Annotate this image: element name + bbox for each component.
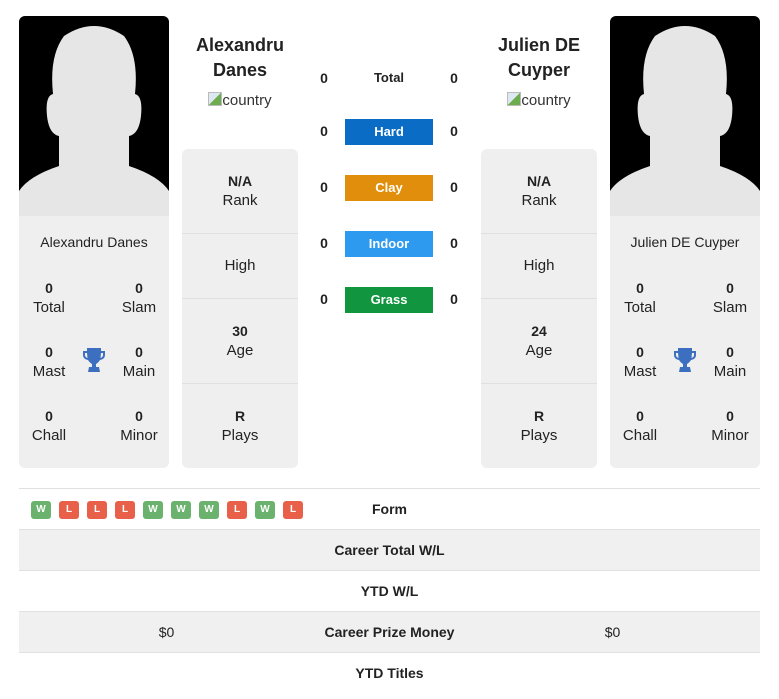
player2-rank: N/A Rank bbox=[481, 149, 597, 234]
player2-card-name: Julien DE Cuyper bbox=[630, 234, 740, 250]
form-badge-win: W bbox=[199, 501, 219, 519]
surface-hard-right: 0 bbox=[450, 123, 458, 139]
row-label-ytd-wl: YTD W/L bbox=[360, 583, 419, 599]
player1-age: 30 Age bbox=[182, 299, 298, 384]
player2-photo bbox=[610, 16, 760, 216]
player1-country-flag: country bbox=[175, 92, 305, 109]
player2-age: 24 Age bbox=[481, 299, 597, 384]
surface-hard-badge: Hard bbox=[345, 119, 433, 145]
player2-plays: R Plays bbox=[520, 408, 558, 444]
surface-hard-left: 0 bbox=[320, 123, 328, 139]
form-badge-win: W bbox=[171, 501, 191, 519]
player2-titles-chall: 0 Chall bbox=[622, 408, 658, 444]
surface-row-hard: 0 Hard 0 bbox=[300, 119, 480, 147]
form-badge-loss: L bbox=[283, 501, 303, 519]
player1-titles-total: 0 Total bbox=[33, 280, 65, 316]
form-badge-win: W bbox=[255, 501, 275, 519]
surface-row-total: 0 Total 0 bbox=[300, 66, 480, 94]
player1-titles-mast: 0 Mast bbox=[32, 344, 66, 380]
player2-high: High bbox=[481, 234, 597, 299]
player1-rank: N/A Rank bbox=[182, 149, 298, 234]
row-label-form: Form bbox=[372, 501, 407, 517]
surface-total-label: Total bbox=[373, 70, 405, 85]
row-right-value: $0 bbox=[604, 624, 621, 640]
player1-titles-main: 0 Main bbox=[122, 344, 156, 380]
form-badge-loss: L bbox=[115, 501, 135, 519]
surface-indoor-badge: Indoor bbox=[345, 231, 433, 257]
form-badge-loss: L bbox=[227, 501, 247, 519]
player2-titles-slam: 0 Slam bbox=[712, 280, 748, 316]
surface-clay-right: 0 bbox=[450, 179, 458, 195]
player1-titles-chall: 0 Chall bbox=[31, 408, 67, 444]
surface-row-clay: 0 Clay 0 bbox=[300, 175, 480, 203]
table-row-ytd-titles: YTD Titles bbox=[19, 652, 760, 693]
player1-photo bbox=[19, 16, 169, 216]
player2-card: Julien DE Cuyper 0 Total 0 Slam 0 Mast 0 Mai… bbox=[610, 16, 760, 468]
silhouette-icon bbox=[19, 26, 169, 216]
player1-high: High bbox=[182, 234, 298, 299]
player1-titles-slam: 0 Slam bbox=[121, 280, 157, 316]
surface-indoor-right: 0 bbox=[450, 235, 458, 251]
row-left-value: $0 bbox=[158, 624, 175, 640]
table-row-form: WLLLWWWLWL Form bbox=[19, 488, 760, 529]
silhouette-icon bbox=[610, 26, 760, 216]
surface-indoor-left: 0 bbox=[320, 235, 328, 251]
surface-grass-right: 0 bbox=[450, 291, 458, 307]
table-row-ytd-wl: YTD W/L bbox=[19, 570, 760, 611]
table-row-career-prize-money: $0 Career Prize Money $0 bbox=[19, 611, 760, 652]
player2-titles-main: 0 Main bbox=[713, 344, 747, 380]
surface-total-left: 0 bbox=[320, 70, 328, 86]
form-badge-win: W bbox=[31, 501, 51, 519]
player2-stats: N/A Rank High 24 Age R Plays bbox=[481, 149, 597, 468]
player1-name[interactable]: Alexandru Danes bbox=[175, 33, 305, 83]
player2-name[interactable]: Julien DE Cuyper bbox=[474, 33, 604, 83]
form-badge-win: W bbox=[143, 501, 163, 519]
row-label-career-total-wl: Career Total W/L bbox=[334, 542, 445, 558]
surface-grass-left: 0 bbox=[320, 291, 328, 307]
row-label-ytd-titles: YTD Titles bbox=[355, 665, 424, 681]
trophy-icon bbox=[83, 348, 105, 372]
surface-clay-left: 0 bbox=[320, 179, 328, 195]
surface-row-indoor: 0 Indoor 0 bbox=[300, 231, 480, 259]
surface-total-right: 0 bbox=[450, 70, 458, 86]
row-label-career-prize-money: Career Prize Money bbox=[324, 624, 455, 640]
form-badge-loss: L bbox=[59, 501, 79, 519]
player2-titles-mast: 0 Mast bbox=[623, 344, 657, 380]
surface-row-grass: 0 Grass 0 bbox=[300, 287, 480, 315]
player1-card: Alexandru Danes 0 Total 0 Slam 0 Mast 0 Main… bbox=[19, 16, 169, 468]
player1-card-name: Alexandru Danes bbox=[40, 234, 148, 250]
table-row-career-total-wl: Career Total W/L bbox=[19, 529, 760, 570]
player2-country-flag: country bbox=[474, 92, 604, 109]
player1-plays: R Plays bbox=[221, 408, 259, 444]
form-badge-loss: L bbox=[87, 501, 107, 519]
trophy-icon bbox=[674, 348, 696, 372]
surface-clay-badge: Clay bbox=[345, 175, 433, 201]
player1-titles-minor: 0 Minor bbox=[120, 408, 158, 444]
surface-grass-badge: Grass bbox=[345, 287, 433, 313]
player1-stats: N/A Rank High 30 Age R Plays bbox=[182, 149, 298, 468]
player2-titles-total: 0 Total bbox=[624, 280, 656, 316]
broken-image-icon bbox=[208, 92, 223, 106]
broken-image-icon bbox=[507, 92, 522, 106]
player2-titles-minor: 0 Minor bbox=[711, 408, 749, 444]
